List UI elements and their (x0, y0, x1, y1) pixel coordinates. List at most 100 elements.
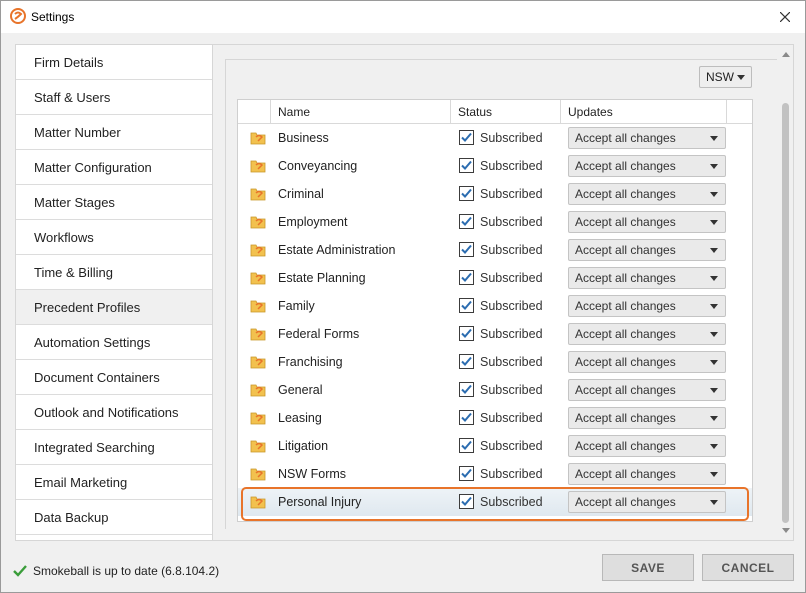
scroll-up-icon[interactable] (782, 52, 790, 57)
sidebar-item[interactable]: Automation Settings (16, 325, 212, 360)
sidebar-item[interactable]: Email Marketing (16, 465, 212, 500)
cancel-button[interactable]: CANCEL (702, 554, 794, 581)
chevron-down-icon (710, 248, 718, 253)
sidebar-item-label: Firm Details (34, 54, 104, 70)
row-status: Subscribed (480, 355, 543, 369)
row-status: Subscribed (480, 383, 543, 397)
chevron-down-icon (710, 388, 718, 393)
updates-select[interactable]: Accept all changes (568, 267, 726, 289)
updates-select[interactable]: Accept all changes (568, 407, 726, 429)
updates-select[interactable]: Accept all changes (568, 351, 726, 373)
subscribed-checkbox[interactable] (459, 382, 474, 397)
sidebar-item[interactable]: Time & Billing (16, 255, 212, 290)
table-row[interactable]: Personal Injury Subscribed Accept all chan… (238, 488, 752, 516)
table-row[interactable]: Criminal Subscribed Accept all changes (238, 180, 752, 208)
row-name: Franchising (278, 355, 343, 369)
sidebar-item[interactable]: Staff & Users (16, 80, 212, 115)
chevron-down-icon (737, 75, 745, 80)
updates-select[interactable]: Accept all changes (568, 379, 726, 401)
precedent-folder-icon (249, 157, 267, 175)
updates-select[interactable]: Accept all changes (568, 323, 726, 345)
subscribed-checkbox[interactable] (459, 242, 474, 257)
updates-select[interactable]: Accept all changes (568, 491, 726, 513)
updates-select[interactable]: Accept all changes (568, 295, 726, 317)
smokeball-logo-icon (10, 8, 26, 24)
table-header: Name Status Updates (238, 100, 752, 124)
subscribed-checkbox[interactable] (459, 466, 474, 481)
precedent-folder-icon (249, 409, 267, 427)
table-row[interactable]: Business Subscribed Accept all changes (238, 124, 752, 152)
subscribed-checkbox[interactable] (459, 130, 474, 145)
chevron-down-icon (710, 304, 718, 309)
settings-sidebar: Firm Details Staff & Users Matter Number Ma… (15, 44, 213, 541)
subscribed-checkbox[interactable] (459, 326, 474, 341)
precedent-folder-icon (249, 437, 267, 455)
header-updates[interactable]: Updates (561, 100, 727, 124)
updates-select[interactable]: Accept all changes (568, 155, 726, 177)
precedent-folder-icon (249, 465, 267, 483)
row-status: Subscribed (480, 243, 543, 257)
table-row[interactable]: Franchising Subscribed Accept all changes (238, 348, 752, 376)
table-row[interactable]: Estate Administration Subscribed Accept al… (238, 236, 752, 264)
header-name[interactable]: Name (271, 100, 451, 124)
sidebar-item[interactable]: Precedent Profiles (16, 290, 212, 325)
subscribed-checkbox[interactable] (459, 270, 474, 285)
row-name: Criminal (278, 187, 324, 201)
close-button[interactable] (771, 5, 799, 29)
sidebar-item[interactable]: Matter Configuration (16, 150, 212, 185)
sidebar-item[interactable]: Workflows (16, 220, 212, 255)
row-name: Personal Injury (278, 495, 362, 509)
region-select[interactable]: NSW (699, 66, 752, 88)
sidebar-item[interactable]: Data Backup (16, 500, 212, 535)
subscribed-checkbox[interactable] (459, 186, 474, 201)
updates-select-value: Accept all changes (575, 467, 676, 481)
subscribed-checkbox[interactable] (459, 494, 474, 509)
subscribed-checkbox[interactable] (459, 410, 474, 425)
updates-select-value: Accept all changes (575, 243, 676, 257)
sidebar-item[interactable]: Matter Stages (16, 185, 212, 220)
row-name: Estate Planning (278, 271, 366, 285)
table-row[interactable]: Conveyancing Subscribed Accept all changes (238, 152, 752, 180)
subscribed-checkbox[interactable] (459, 214, 474, 229)
table-row[interactable]: Federal Forms Subscribed Accept all change… (238, 320, 752, 348)
sidebar-item[interactable]: Matter Number (16, 115, 212, 150)
close-icon (780, 12, 790, 22)
table-row[interactable]: Estate Planning Subscribed Accept all chan… (238, 264, 752, 292)
updates-select[interactable]: Accept all changes (568, 435, 726, 457)
sidebar-item[interactable]: Outlook and Notifications (16, 395, 212, 430)
sidebar-item[interactable]: Firm Details (16, 45, 212, 80)
precedent-table: Name Status Updates Business Subscribed Ac… (237, 99, 753, 522)
scroll-down-icon[interactable] (782, 528, 790, 533)
chevron-down-icon (710, 360, 718, 365)
table-row[interactable]: Family Subscribed Accept all changes (238, 292, 752, 320)
table-row[interactable]: General Subscribed Accept all changes (238, 376, 752, 404)
table-row[interactable]: Leasing Subscribed Accept all changes (238, 404, 752, 432)
updates-select[interactable]: Accept all changes (568, 463, 726, 485)
row-status: Subscribed (480, 495, 543, 509)
subscribed-checkbox[interactable] (459, 438, 474, 453)
updates-select[interactable]: Accept all changes (568, 211, 726, 233)
header-status[interactable]: Status (451, 100, 561, 124)
row-name: Employment (278, 215, 348, 229)
chevron-down-icon (710, 416, 718, 421)
sidebar-item[interactable]: Document Containers (16, 360, 212, 395)
table-row[interactable]: Litigation Subscribed Accept all changes (238, 432, 752, 460)
subscribed-checkbox[interactable] (459, 354, 474, 369)
row-status: Subscribed (480, 411, 543, 425)
window-title: Settings (31, 10, 75, 24)
sidebar-item[interactable]: Integrated Searching (16, 430, 212, 465)
updates-select-value: Accept all changes (575, 327, 676, 341)
scroll-thumb[interactable] (782, 103, 789, 523)
save-button[interactable]: SAVE (602, 554, 694, 581)
updates-select[interactable]: Accept all changes (568, 127, 726, 149)
precedent-folder-icon (249, 493, 267, 511)
table-row[interactable]: NSW Forms Subscribed Accept all changes (238, 460, 752, 488)
row-name: Conveyancing (278, 159, 358, 173)
vertical-scrollbar[interactable] (779, 45, 793, 539)
update-status-text: Smokeball is up to date (6.8.104.2) (33, 564, 220, 578)
subscribed-checkbox[interactable] (459, 298, 474, 313)
table-row[interactable]: Employment Subscribed Accept all changes (238, 208, 752, 236)
subscribed-checkbox[interactable] (459, 158, 474, 173)
updates-select[interactable]: Accept all changes (568, 239, 726, 261)
updates-select[interactable]: Accept all changes (568, 183, 726, 205)
